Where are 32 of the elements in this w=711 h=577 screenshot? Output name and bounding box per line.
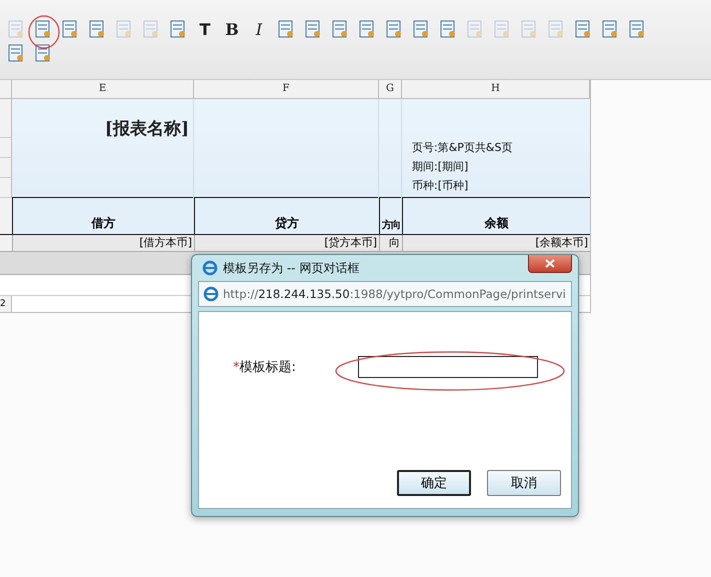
table-cell: [借方本币] bbox=[12, 235, 194, 251]
browser-icon bbox=[203, 286, 219, 302]
header-field: 币种:[币种] bbox=[412, 176, 590, 195]
table-cell: 向 bbox=[379, 235, 402, 251]
browser-icon bbox=[202, 260, 218, 276]
column-header[interactable]: G bbox=[379, 80, 402, 98]
close-icon bbox=[545, 259, 555, 268]
table-header-cell: 方向 bbox=[379, 198, 402, 234]
dialog-title: 模板另存为 -- 网页对话框 bbox=[223, 260, 360, 276]
format-button[interactable]: I bbox=[249, 20, 269, 38]
table-header-cell: 贷方 bbox=[194, 198, 379, 234]
dialog-button[interactable]: 确定 bbox=[397, 470, 471, 496]
column-header[interactable]: F bbox=[194, 80, 379, 98]
annotation-ellipse bbox=[27, 14, 61, 50]
table-cell: [贷方本币] bbox=[194, 235, 379, 251]
header-field: 期间:[期间] bbox=[412, 157, 590, 176]
table-cell: [余额本币] bbox=[402, 235, 590, 251]
table-header-cell: 借方 bbox=[12, 198, 194, 234]
url-text: http://218.244.135.50:1988/yytpro/CommonPage/printservi bbox=[223, 287, 566, 301]
field-label: 模板标题: bbox=[240, 359, 297, 376]
format-button[interactable]: T bbox=[195, 20, 215, 38]
close-button[interactable] bbox=[528, 255, 572, 273]
table-header-cell: 余额 bbox=[402, 198, 590, 234]
title-input-field[interactable] bbox=[358, 356, 538, 378]
report-title: [报表名称] bbox=[104, 118, 189, 140]
column-header[interactable]: E bbox=[12, 80, 194, 98]
row-number: 2 bbox=[0, 296, 12, 312]
required-mark: * bbox=[233, 360, 240, 374]
format-button[interactable]: B bbox=[222, 20, 242, 38]
dialog-button[interactable]: 取消 bbox=[487, 470, 561, 496]
header-field: 页号:第&P页共&S页 bbox=[412, 138, 590, 157]
column-header[interactable]: H bbox=[402, 80, 590, 98]
